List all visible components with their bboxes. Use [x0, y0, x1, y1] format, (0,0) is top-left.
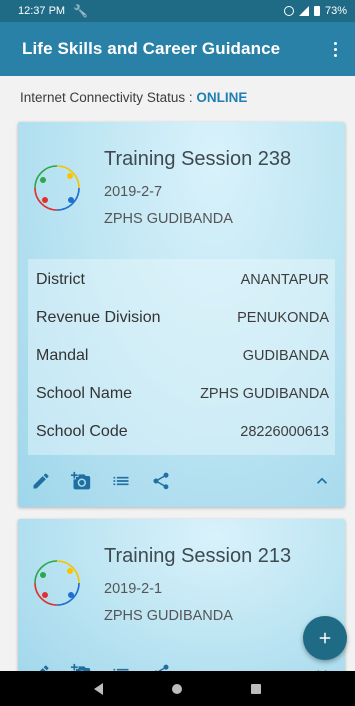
app-bar: Life Skills and Career Guidance — [0, 22, 355, 76]
card-actions — [28, 467, 335, 495]
list-icon[interactable] — [108, 468, 134, 494]
detail-row-school-code: School Code 28226000613 — [36, 413, 329, 451]
detail-value: 28226000613 — [240, 424, 329, 440]
app-title: Life Skills and Career Guidance — [22, 39, 281, 58]
edit-icon[interactable] — [28, 468, 54, 494]
signal-icon — [298, 6, 309, 16]
status-icons: 73% — [283, 5, 347, 17]
program-logo-icon — [34, 165, 80, 211]
detail-value: GUDIBANDA — [242, 348, 329, 364]
connectivity-value: ONLINE — [196, 90, 248, 105]
overflow-menu-icon[interactable] — [328, 36, 343, 63]
detail-value: PENUKONDA — [237, 310, 329, 326]
detail-value: ZPHS GUDIBANDA — [200, 386, 329, 402]
session-title: Training Session 238 — [104, 148, 292, 170]
add-icon — [319, 632, 331, 644]
session-card[interactable]: Training Session 213 2019-2-1 ZPHS GUDIB… — [18, 519, 345, 689]
add-photo-icon[interactable] — [68, 468, 94, 494]
status-bar: 12:37 PM 🔧 73% — [0, 0, 355, 22]
detail-row-revenue-division: Revenue Division PENUKONDA — [36, 299, 329, 337]
detail-row-school-name: School Name ZPHS GUDIBANDA — [36, 375, 329, 413]
connectivity-label: Internet Connectivity Status : — [20, 90, 197, 105]
detail-label: School Code — [36, 423, 128, 440]
wrench-icon: 🔧 — [73, 4, 89, 18]
alarm-icon — [283, 6, 294, 16]
detail-label: Revenue Division — [36, 309, 161, 326]
program-logo-icon — [34, 560, 80, 606]
back-icon[interactable] — [94, 682, 104, 695]
recent-apps-icon[interactable] — [250, 683, 261, 694]
detail-row-mandal: Mandal GUDIBANDA — [36, 337, 329, 375]
detail-label: Mandal — [36, 347, 89, 364]
connectivity-status: Internet Connectivity Status : ONLINE — [20, 90, 247, 105]
detail-value: ANANTAPUR — [240, 272, 329, 288]
home-icon[interactable] — [171, 683, 182, 694]
battery-level: 73% — [324, 5, 347, 17]
session-details: District ANANTAPUR Revenue Division PENU… — [28, 259, 335, 455]
detail-label: School Name — [36, 385, 133, 402]
share-icon[interactable] — [148, 468, 174, 494]
session-school: ZPHS GUDIBANDA — [104, 608, 233, 624]
detail-row-district: District ANANTAPUR — [36, 261, 329, 299]
session-date: 2019-2-7 — [104, 184, 163, 200]
session-school: ZPHS GUDIBANDA — [104, 211, 233, 227]
status-time: 12:37 PM — [18, 5, 66, 17]
detail-label: District — [36, 271, 85, 288]
battery-icon — [313, 6, 320, 16]
system-nav-bar — [0, 671, 355, 706]
chevron-up-icon[interactable] — [309, 468, 335, 494]
session-title: Training Session 213 — [104, 545, 292, 567]
session-card[interactable]: Training Session 238 2019-2-7 ZPHS GUDIB… — [18, 122, 345, 507]
add-session-button[interactable] — [303, 616, 347, 660]
session-date: 2019-2-1 — [104, 581, 163, 597]
